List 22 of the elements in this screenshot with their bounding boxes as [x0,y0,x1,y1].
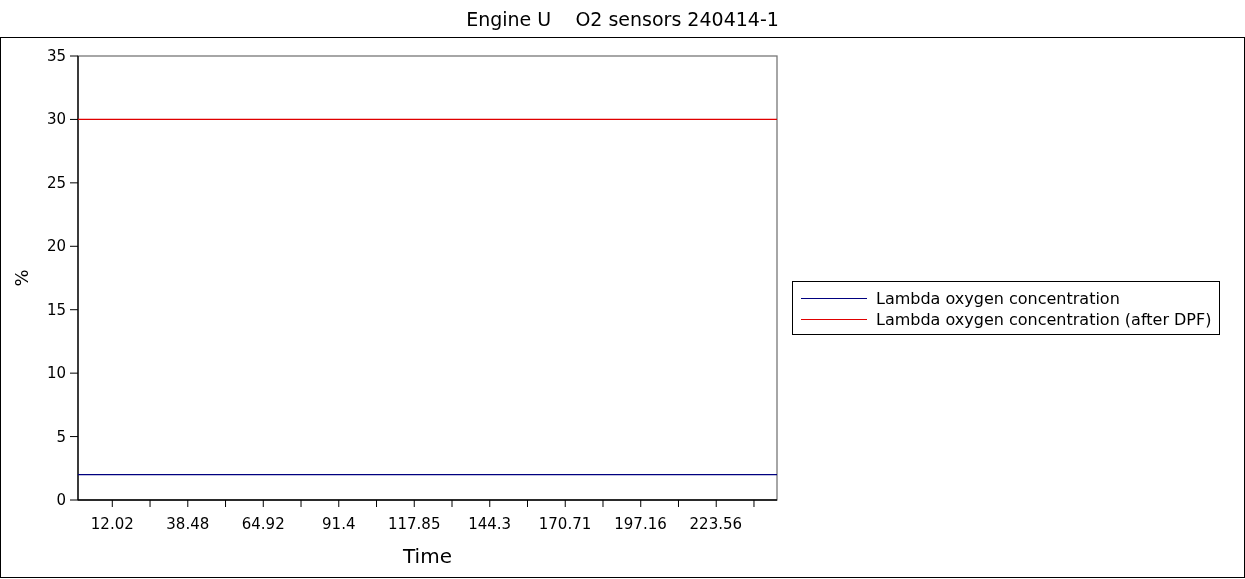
axis-tick-label: 197.16 [614,515,667,533]
axis-tick-label: 20 [46,237,66,256]
chart-title: Engine U O2 sensors 240414-1 [466,7,779,30]
axis-tick-label: 64.92 [241,515,285,533]
axis-tick-label: 117.85 [388,515,441,533]
x-axis-title: Time [403,544,452,568]
axis-tick-label: 0 [56,491,66,509]
axis-tick-label: 38.48 [166,515,210,533]
axis-tick-label: 91.4 [322,515,356,533]
axis-tick-label: 144.3 [468,515,512,533]
axis-tick-label: 15 [46,300,66,319]
axis-tick-label: 35 [46,47,66,65]
legend-label: Lambda oxygen concentration [876,287,1120,309]
axis-tick-label: 30 [46,110,66,129]
axis-tick-label: 170.71 [538,515,592,533]
axis-tick-label: 12.02 [90,515,134,533]
axis-tick-label: 25 [46,173,66,192]
legend-label: Lambda oxygen concentration (after DPF) [876,308,1212,330]
axis-tick-label: 10 [46,364,66,383]
axis-tick-label: 5 [56,427,66,446]
axis-tick-label: 223.56 [689,515,743,533]
y-axis-title: % [11,269,32,287]
